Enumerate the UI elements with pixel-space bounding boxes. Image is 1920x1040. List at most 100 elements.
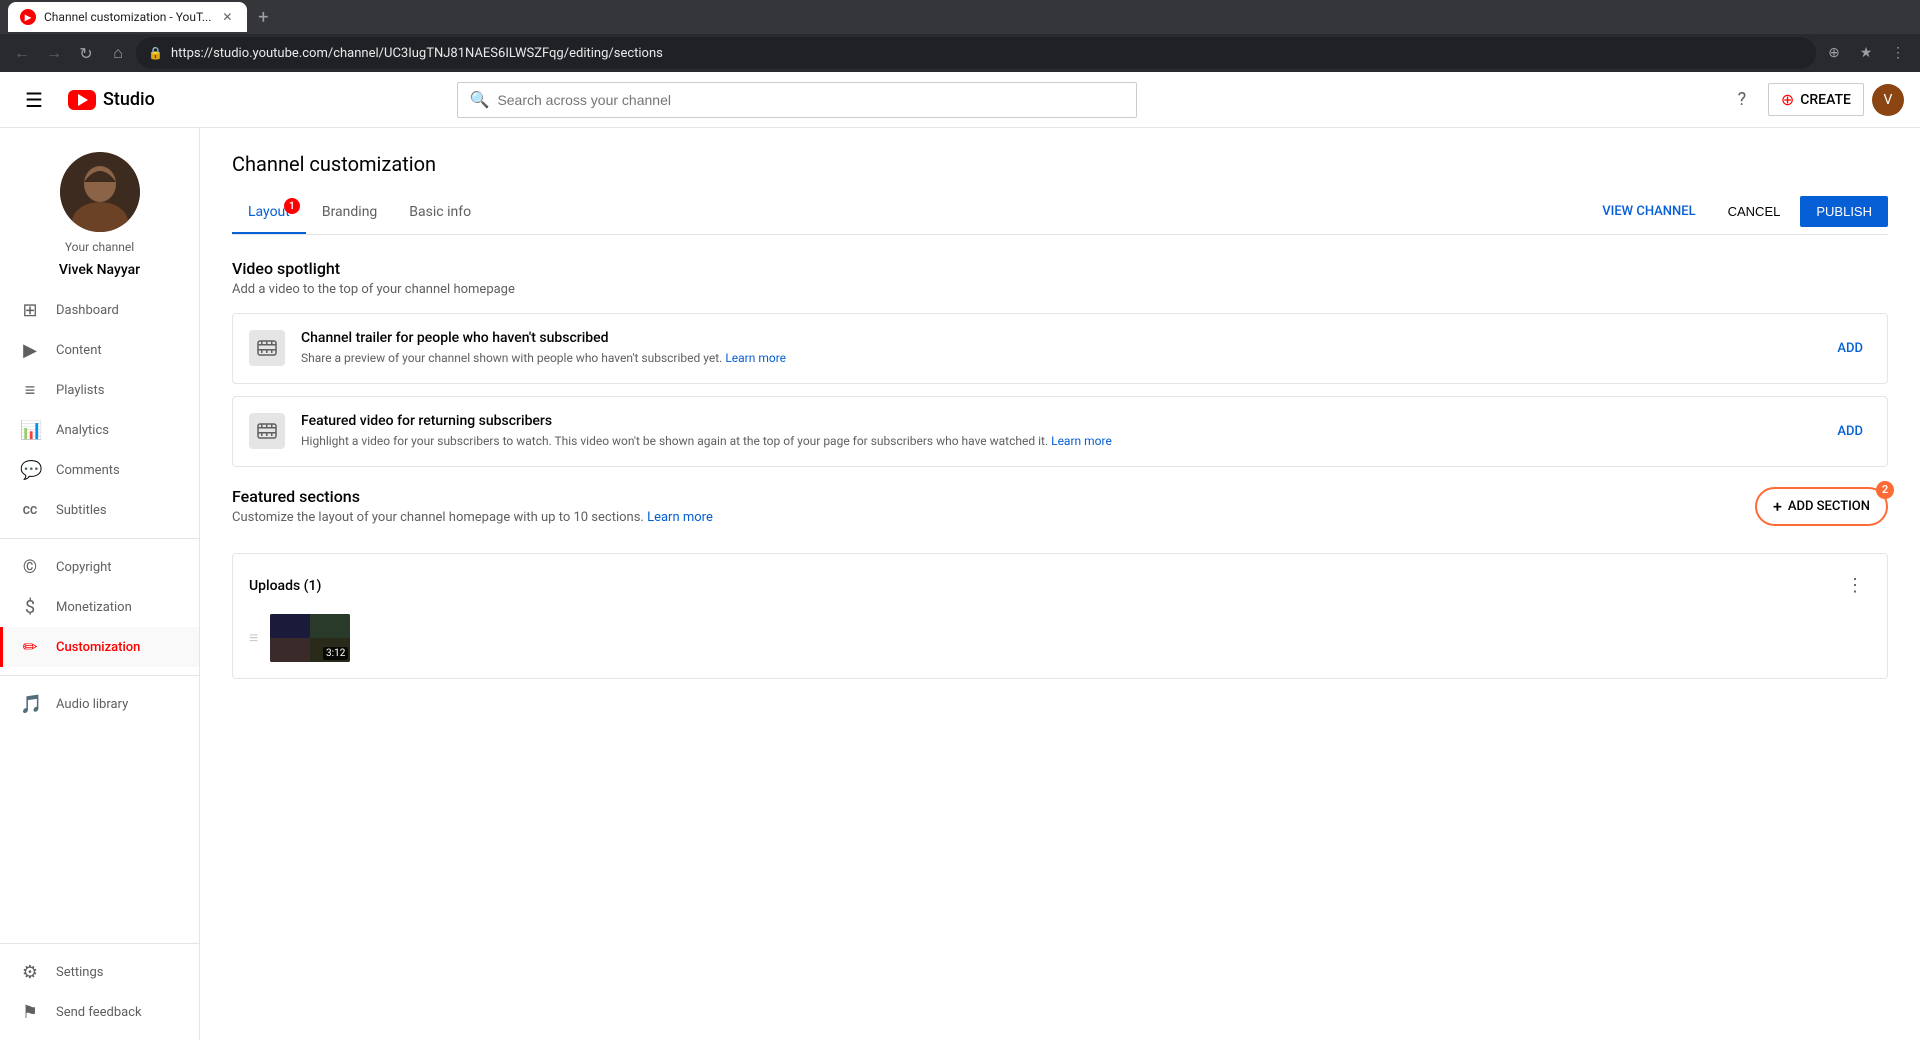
tab-title: Channel customization - YouT...	[44, 10, 211, 24]
logo[interactable]: Studio	[68, 89, 155, 110]
video-spotlight-subtitle: Add a video to the top of your channel h…	[232, 282, 1888, 297]
sidebar-user-section: Your channel Vivek Nayyar	[0, 136, 199, 290]
home-button[interactable]: ⌂	[104, 39, 132, 67]
featured-video-add-button[interactable]: ADD	[1829, 418, 1871, 445]
search-input[interactable]	[497, 92, 1123, 108]
add-section-label: ADD SECTION	[1788, 499, 1870, 514]
channel-trailer-title: Channel trailer for people who haven't s…	[301, 330, 1813, 346]
reload-button[interactable]: ↻	[72, 39, 100, 67]
browser-tab-active[interactable]: ▶ Channel customization - YouT... ✕	[8, 2, 247, 32]
sidebar-item-customization[interactable]: ✏ Customization	[0, 627, 199, 667]
hamburger-menu[interactable]: ☰	[16, 82, 52, 118]
uploads-section: Uploads (1) ⋮ ≡ 3:12	[232, 553, 1888, 679]
subtitles-icon: CC	[20, 504, 40, 517]
sidebar-label-analytics: Analytics	[56, 423, 109, 438]
view-channel-button[interactable]: VIEW CHANNEL	[1590, 198, 1707, 225]
yt-icon	[68, 90, 96, 110]
search-bar: 🔍	[457, 82, 1137, 118]
sidebar: Your channel Vivek Nayyar ⊞ Dashboard ▶ …	[0, 128, 200, 1040]
sidebar-avatar[interactable]	[60, 152, 140, 232]
back-button[interactable]: ←	[8, 39, 36, 67]
tab-close-button[interactable]: ✕	[219, 9, 235, 25]
channel-trailer-icon	[249, 330, 285, 366]
create-button[interactable]: ⊕ CREATE	[1768, 83, 1864, 116]
browser-toolbar: ← → ↻ ⌂ 🔒 https://studio.youtube.com/cha…	[0, 34, 1920, 72]
uploads-title: Uploads (1)	[249, 578, 321, 594]
drag-handle[interactable]: ≡	[249, 628, 258, 648]
sidebar-label-feedback: Send feedback	[56, 1005, 142, 1020]
play-triangle	[78, 94, 88, 106]
sidebar-item-monetization[interactable]: $ Monetization	[0, 587, 199, 627]
sidebar-item-subtitles[interactable]: CC Subtitles	[0, 490, 199, 530]
channel-trailer-desc: Share a preview of your channel shown wi…	[301, 350, 1813, 367]
tab-favicon: ▶	[20, 9, 36, 25]
youtube-logo: Studio	[68, 89, 155, 110]
bookmark-button[interactable]: ★	[1852, 39, 1880, 67]
preview-cell-2	[310, 614, 350, 638]
help-button[interactable]: ?	[1724, 82, 1760, 118]
film-icon	[256, 337, 278, 359]
tab-branding[interactable]: Branding	[306, 192, 393, 234]
forward-button[interactable]: →	[40, 39, 68, 67]
monetization-icon: $	[20, 597, 40, 618]
layout-tab-badge: 1	[284, 198, 300, 214]
uploads-menu-button[interactable]: ⋮	[1839, 570, 1871, 602]
sidebar-item-audio-library[interactable]: 🎵 Audio library	[0, 684, 199, 724]
preview-cell-3	[270, 638, 310, 662]
top-bar-actions: ? ⊕ CREATE V	[1724, 82, 1904, 118]
sidebar-divider	[0, 538, 199, 539]
sidebar-label-audio-library: Audio library	[56, 697, 128, 712]
sidebar-item-copyright[interactable]: © Copyright	[0, 547, 199, 587]
browser-chrome: ▶ Channel customization - YouT... ✕ + ← …	[0, 0, 1920, 72]
create-label: CREATE	[1800, 92, 1851, 108]
sidebar-item-comments[interactable]: 💬 Comments	[0, 450, 199, 490]
featured-sections-subtitle: Customize the layout of your channel hom…	[232, 510, 713, 525]
customization-icon: ✏	[20, 637, 40, 658]
sidebar-bottom: ⚙ Settings ⚑ Send feedback	[0, 943, 199, 1032]
settings-icon: ⚙	[20, 962, 40, 983]
featured-sections-learn-more[interactable]: Learn more	[647, 510, 713, 525]
video-thumbnail: 3:12	[270, 614, 350, 662]
sidebar-item-analytics[interactable]: 📊 Analytics	[0, 410, 199, 450]
menu-button[interactable]: ⋮	[1884, 39, 1912, 67]
tab-basic-info[interactable]: Basic info	[393, 192, 487, 234]
address-bar[interactable]: 🔒 https://studio.youtube.com/channel/UC3…	[136, 37, 1816, 69]
channel-trailer-add-button[interactable]: ADD	[1829, 335, 1871, 362]
help-icon: ?	[1738, 89, 1747, 110]
top-bar: ☰ Studio 🔍 ? ⊕ CREATE V	[0, 72, 1920, 128]
browser-actions: ⊕ ★ ⋮	[1820, 39, 1912, 67]
sidebar-divider-2	[0, 675, 199, 676]
avatar-image	[60, 152, 140, 232]
tab-layout[interactable]: Layout 1	[232, 192, 306, 234]
channel-trailer-learn-more[interactable]: Learn more	[725, 351, 786, 365]
tabs: Layout 1 Branding Basic info	[232, 192, 487, 234]
search-icon: 🔍	[470, 90, 490, 109]
sidebar-item-feedback[interactable]: ⚑ Send feedback	[0, 992, 199, 1032]
sidebar-item-content[interactable]: ▶ Content	[0, 330, 199, 370]
sidebar-item-playlists[interactable]: ≡ Playlists	[0, 370, 199, 410]
sidebar-label-monetization: Monetization	[56, 600, 132, 615]
cancel-button[interactable]: CANCEL	[1716, 198, 1793, 225]
sidebar-label-customization: Customization	[56, 640, 140, 655]
video-spotlight-title: Video spotlight	[232, 259, 1888, 278]
sidebar-item-settings[interactable]: ⚙ Settings	[0, 952, 199, 992]
add-section-plus-icon: +	[1773, 497, 1782, 516]
feedback-icon: ⚑	[20, 1002, 40, 1023]
add-section-badge: 2	[1876, 481, 1894, 499]
new-tab-button[interactable]: +	[251, 5, 275, 29]
sidebar-item-dashboard[interactable]: ⊞ Dashboard	[0, 290, 199, 330]
extensions-button[interactable]: ⊕	[1820, 39, 1848, 67]
app-container: ☰ Studio 🔍 ? ⊕ CREATE V	[0, 72, 1920, 1040]
user-avatar[interactable]: V	[1872, 84, 1904, 116]
playlists-icon: ≡	[20, 380, 40, 401]
publish-button[interactable]: PUBLISH	[1800, 196, 1888, 227]
add-section-button[interactable]: + ADD SECTION 2	[1755, 487, 1888, 526]
security-icon: 🔒	[148, 46, 163, 60]
create-icon: ⊕	[1781, 90, 1794, 109]
content-area: Channel customization Layout 1 Branding …	[200, 128, 1920, 1040]
tab-actions: VIEW CHANNEL CANCEL PUBLISH	[1590, 196, 1888, 231]
content-icon: ▶	[20, 340, 40, 361]
sidebar-label-playlists: Playlists	[56, 383, 104, 398]
featured-video-learn-more[interactable]: Learn more	[1051, 434, 1112, 448]
sidebar-label-comments: Comments	[56, 463, 120, 478]
